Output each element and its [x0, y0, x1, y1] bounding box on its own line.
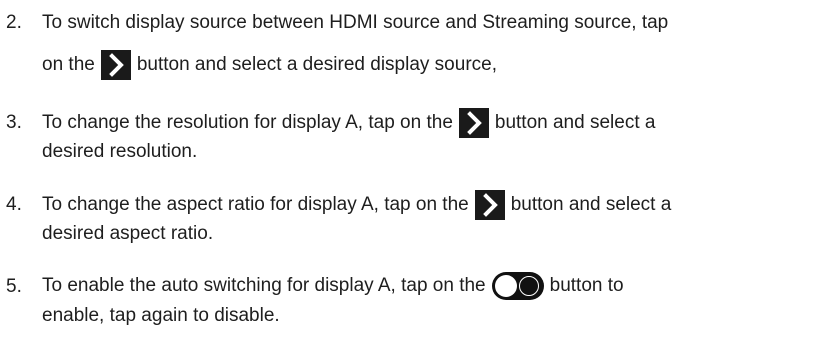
step-line: enable, tap again to disable.	[42, 305, 280, 327]
step-text: on the	[42, 54, 95, 75]
toggle-switch-icon	[491, 272, 544, 300]
step-number: 5.	[6, 276, 22, 297]
step-text: To change the resolution for display A, …	[42, 112, 453, 133]
step-text: enable, tap again to disable.	[42, 305, 280, 326]
step-line: To enable the auto switching for display…	[42, 272, 624, 300]
step-line: To switch display source between HDMI so…	[42, 12, 668, 34]
step-line: desired aspect ratio.	[42, 223, 213, 245]
step-text: To enable the auto switching for display…	[42, 275, 486, 296]
step-line: To change the resolution for display A, …	[42, 108, 655, 138]
step-number: 3.	[6, 112, 22, 133]
step-number: 4.	[6, 194, 22, 215]
step-text: To switch display source between HDMI so…	[42, 12, 669, 33]
chevron-right-icon	[474, 190, 505, 220]
step-text: button and select a	[510, 194, 672, 215]
toggle-knob	[494, 275, 517, 297]
chevron-right-icon	[100, 50, 131, 80]
step-text: desired aspect ratio.	[42, 223, 214, 244]
chevron-right-icon	[458, 108, 489, 138]
step-line: on the button and select a desired displ…	[42, 50, 497, 80]
step-text: button and select a desired display sour…	[136, 54, 497, 75]
step-line: To change the aspect ratio for display A…	[42, 190, 671, 220]
step-text: button to	[549, 275, 624, 296]
step-line: desired resolution.	[42, 141, 197, 163]
step-text: button and select a	[494, 112, 656, 133]
step-text: To change the aspect ratio for display A…	[42, 194, 469, 215]
toggle-track-ring	[518, 276, 539, 296]
step-text: desired resolution.	[42, 141, 198, 162]
step-number: 2.	[6, 12, 22, 33]
